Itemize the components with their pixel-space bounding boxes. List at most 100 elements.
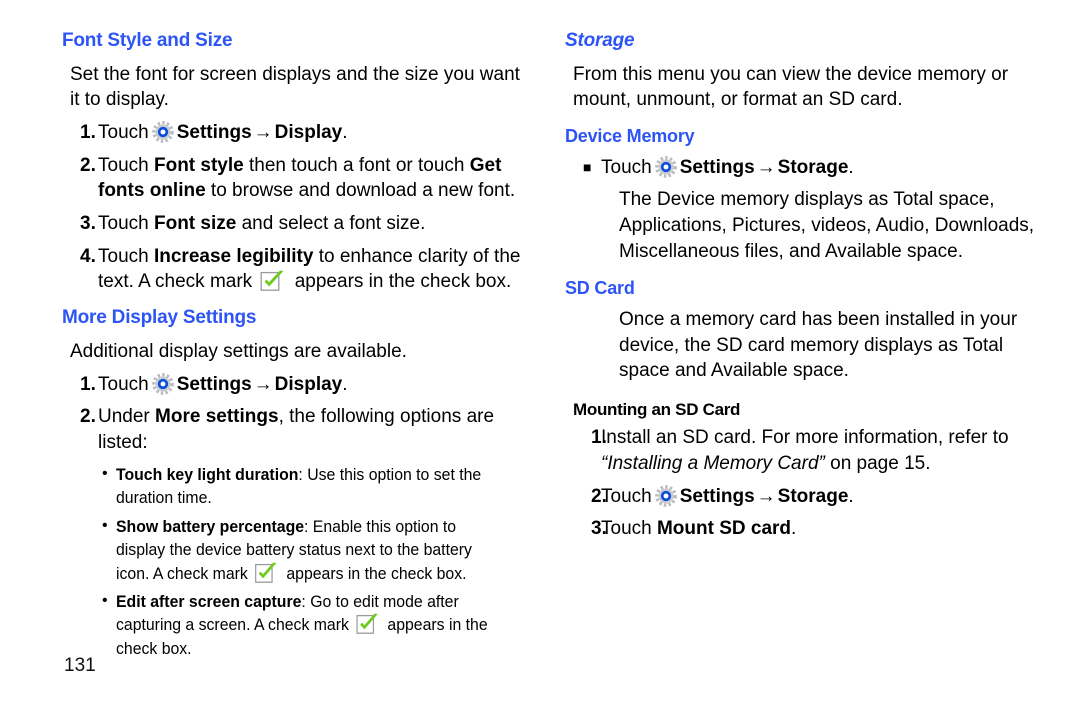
bullet-dot-icon: • (102, 591, 108, 609)
step-number: 4. (80, 245, 96, 267)
step-bold-font-size: Font size (153, 212, 237, 234)
sub-bullet-content: Touch key light duration: Use this optio… (116, 463, 503, 510)
step-text-post: . (848, 485, 854, 507)
step-text-post: on page 15. (824, 453, 931, 475)
list-item: 3. Touch Mount SD card. (565, 516, 1045, 542)
step-bold-settings: Settings (176, 373, 252, 395)
step-text-pre: Install an SD card. For more information… (601, 427, 1009, 449)
step-text-post: . (342, 373, 348, 395)
right-arrow-icon: → (756, 156, 776, 178)
step-number: 2. (591, 485, 607, 507)
settings-gear-icon (151, 372, 174, 395)
step-content: Touch Settings → Storage. (601, 484, 1045, 510)
list-item: • Touch key light duration: Use this opt… (62, 463, 532, 510)
step-bold-display: Display (274, 373, 343, 395)
section-heading-more-display-settings: More Display Settings (62, 306, 257, 328)
step-bold-settings: Settings (679, 485, 755, 507)
green-checkmark-checkbox-icon (356, 613, 380, 635)
right-column: Storage From this menu you can view the … (565, 30, 1045, 549)
settings-gear-icon (654, 155, 677, 178)
square-bullet-icon: ■ (583, 158, 592, 175)
list-item: 1. Install an SD card. For more informat… (565, 425, 1045, 476)
step-content: Touch Increase legibility to enhance cla… (98, 244, 532, 295)
list-item: ■ Touch Settings → Storage. (565, 155, 1045, 181)
step-text-pre: Touch (98, 212, 154, 234)
bullet-bold-settings: Settings (679, 156, 755, 178)
font-style-intro-paragraph: Set the font for screen displays and the… (70, 63, 520, 110)
subsection-heading-mounting-an-sd-card: Mounting an SD Card (573, 399, 741, 419)
step-text-post: appears in the check box. (289, 271, 512, 293)
more-display-intro-paragraph: Additional display settings are availabl… (70, 340, 407, 362)
step-bold-font-style: Font style (153, 154, 244, 176)
step-number: 3. (80, 212, 96, 234)
step-bold-increase-legibility: Increase legibility (153, 245, 314, 267)
step-text-pre: Touch (98, 373, 149, 395)
step-number: 2. (80, 406, 96, 428)
step-text-pre: Under (98, 406, 156, 428)
green-checkmark-checkbox-icon (260, 270, 286, 292)
step-number: 1. (591, 427, 607, 449)
step-text-pre: Touch (98, 122, 149, 143)
list-item: 2. Touch Settings → Storage. (565, 484, 1045, 510)
sub-bullet-bold-label: Touch key light duration (116, 464, 299, 484)
settings-gear-icon (151, 121, 174, 143)
device-memory-detail-paragraph: The Device memory displays as Total spac… (619, 189, 1035, 262)
step-text-pre: Touch (98, 154, 154, 176)
step-number: 1. (80, 373, 96, 395)
font-style-steps-list: 1. Touch Settings → Display. 2. Touch Font … (62, 120, 532, 295)
step-italic-cross-reference: “Installing a Memory Card” (601, 453, 825, 475)
right-arrow-icon: → (253, 373, 273, 395)
step-bold-settings: Settings (176, 122, 252, 143)
step-text-post: . (791, 518, 797, 540)
green-checkmark-checkbox-icon (255, 562, 279, 584)
manual-page: Font Style and Size Set the font for scr… (0, 0, 1080, 720)
bullet-bold-storage: Storage (777, 156, 849, 178)
right-arrow-icon: → (253, 122, 273, 143)
step-number: 1. (80, 122, 96, 143)
step-text-pre: Touch (601, 518, 657, 540)
step-number: 2. (80, 154, 96, 176)
right-arrow-icon: → (756, 485, 776, 507)
sub-bullet-bold-label: Edit after screen capture (116, 591, 302, 611)
bullet-content: Touch Settings → Storage. (601, 155, 1045, 181)
list-item: 2. Touch Font style then touch a font or… (62, 153, 532, 204)
list-item: • Show battery percentage: Enable this o… (62, 515, 532, 585)
list-item: 3. Touch Font size and select a font siz… (62, 211, 532, 237)
step-content: Touch Font size and select a font size. (98, 211, 532, 237)
step-content: Touch Mount SD card. (601, 516, 1045, 542)
page-number: 131 (64, 655, 96, 676)
mounting-sd-card-steps-list: 1. Install an SD card. For more informat… (565, 425, 1045, 542)
section-heading-storage: Storage (565, 30, 635, 51)
bullet-text-post: . (848, 156, 854, 178)
step-bold-mount-sd-card: Mount SD card (656, 518, 792, 540)
step-text-pre: Touch (98, 245, 154, 267)
step-content: Install an SD card. For more information… (601, 425, 1045, 476)
step-content: Touch Font style then touch a font or to… (98, 153, 532, 204)
sd-card-detail-paragraph: Once a memory card has been installed in… (619, 308, 1018, 382)
step-text-post: and select a font size. (236, 212, 426, 234)
list-item: 2. Under More settings, the following op… (62, 404, 532, 455)
step-text-mid: then touch a font or touch (243, 154, 470, 176)
bullet-dot-icon: • (102, 464, 108, 482)
sub-bullet-text-after: appears in the check box. (281, 563, 467, 583)
step-bold-more-settings: More settings (155, 406, 279, 428)
list-item: 1. Touch Settings → Display. (62, 372, 532, 398)
step-text-pre: Touch (601, 485, 652, 507)
step-text-post: to browse and download a new font. (205, 180, 516, 202)
step-content: Touch Settings → Display. (98, 120, 532, 146)
list-item: 1. Touch Settings → Display. (62, 120, 532, 146)
list-item: • Edit after screen capture: Go to edit … (62, 590, 532, 660)
bullet-text-pre: Touch (601, 156, 652, 178)
step-content: Touch Settings → Display. (98, 372, 532, 398)
subsection-heading-device-memory: Device Memory (565, 126, 695, 146)
left-column: Font Style and Size Set the font for scr… (62, 30, 532, 665)
storage-intro-paragraph: From this menu you can view the device m… (573, 63, 1009, 110)
step-content: Under More settings, the following optio… (98, 404, 532, 455)
sub-bullet-bold-label: Show battery percentage (116, 516, 305, 536)
list-item: 4. Touch Increase legibility to enhance … (62, 244, 532, 295)
step-bold-storage: Storage (777, 485, 849, 507)
section-heading-font-style-and-size: Font Style and Size (62, 30, 233, 51)
step-number: 3. (591, 518, 607, 540)
subsection-heading-sd-card: SD Card (565, 278, 635, 299)
more-display-steps-list: 1. Touch Settings → Display. 2. Under More … (62, 372, 532, 661)
